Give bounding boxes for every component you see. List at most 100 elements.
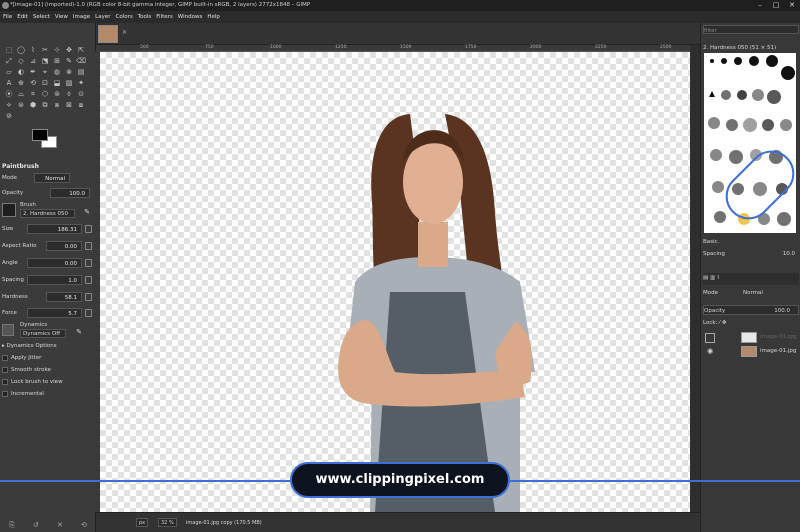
- restore-options-icon[interactable]: ↺: [33, 521, 39, 530]
- hardness-link-icon[interactable]: [85, 293, 92, 301]
- tool-icon[interactable]: ⧉: [39, 100, 51, 111]
- menu-view[interactable]: View: [55, 14, 68, 20]
- tool-icon[interactable]: ⬡: [39, 89, 51, 100]
- size-field[interactable]: 186.31: [27, 224, 82, 234]
- tool-icon[interactable]: A: [3, 78, 15, 89]
- image-tab-thumbnail[interactable]: [98, 25, 118, 43]
- tool-icon[interactable]: ◯: [15, 45, 27, 56]
- tool-icon[interactable]: ⊞: [51, 56, 63, 67]
- layer-item[interactable]: ◉ image-01.jpg: [703, 345, 799, 358]
- tool-icon[interactable]: ⇱: [75, 45, 87, 56]
- menu-tools[interactable]: Tools: [138, 14, 152, 20]
- force-field[interactable]: 5.7: [27, 308, 82, 318]
- smooth-stroke-checkbox[interactable]: Smooth stroke: [2, 365, 51, 375]
- zoom-select[interactable]: 32 %: [158, 518, 177, 527]
- tool-icon[interactable]: ⧇: [75, 100, 87, 111]
- tool-icon[interactable]: ⟲: [27, 78, 39, 89]
- tool-icon[interactable]: ⦿: [3, 89, 15, 100]
- menu-filters[interactable]: Filters: [156, 14, 173, 20]
- tool-icon[interactable]: ✒: [27, 67, 39, 78]
- tool-icon[interactable]: ◐: [15, 67, 27, 78]
- tool-icon[interactable]: ⊘: [3, 111, 15, 122]
- tool-icon[interactable]: ⊿: [27, 56, 39, 67]
- tool-icon[interactable]: ⬔: [39, 56, 51, 67]
- tool-icon[interactable]: ⟡: [3, 100, 15, 111]
- tool-icon[interactable]: ⤢: [3, 56, 15, 67]
- reset-options-icon[interactable]: ⟲: [81, 521, 87, 530]
- image-canvas[interactable]: [100, 52, 690, 512]
- dynamics-field[interactable]: Dynamics Off: [20, 329, 66, 338]
- layer-opacity-value[interactable]: 100.0: [774, 306, 790, 316]
- edit-brush-icon[interactable]: ✎: [84, 207, 90, 217]
- tool-icon[interactable]: ▱: [3, 67, 15, 78]
- menu-edit[interactable]: Edit: [17, 14, 28, 20]
- tool-icon[interactable]: ⌽: [63, 89, 75, 100]
- foreground-color[interactable]: [32, 129, 48, 141]
- menu-select[interactable]: Select: [33, 14, 50, 20]
- layer-mode-select[interactable]: Normal: [743, 288, 763, 298]
- tool-icon[interactable]: ◍: [51, 67, 63, 78]
- layer-item[interactable]: image-01.jpg: [703, 331, 799, 344]
- tool-icon[interactable]: ⊙: [75, 89, 87, 100]
- spacing-field[interactable]: 1.0: [27, 275, 82, 285]
- force-link-icon[interactable]: [85, 309, 92, 317]
- aspect-field[interactable]: 0.00: [46, 241, 82, 251]
- unit-select[interactable]: px: [136, 518, 149, 527]
- hardness-field[interactable]: 58.1: [46, 292, 82, 302]
- tool-icon[interactable]: ⌗: [27, 89, 39, 100]
- tool-icon[interactable]: ⌓: [15, 89, 27, 100]
- angle-link-icon[interactable]: [85, 259, 92, 267]
- brush-preview[interactable]: [2, 203, 16, 217]
- tool-icon[interactable]: ✥: [63, 45, 75, 56]
- tool-icon[interactable]: ⊚: [51, 89, 63, 100]
- vertical-scrollbar[interactable]: [690, 45, 700, 512]
- tool-icon[interactable]: ⊜: [15, 100, 27, 111]
- brush-grid[interactable]: [704, 53, 796, 233]
- incremental-checkbox[interactable]: Incremental: [2, 389, 44, 399]
- menu-windows[interactable]: Windows: [178, 14, 203, 20]
- tool-icon[interactable]: ▤: [75, 67, 87, 78]
- dynamics-icon[interactable]: [2, 324, 14, 336]
- opacity-field[interactable]: 100.0: [50, 188, 90, 198]
- maximize-button[interactable]: □: [768, 0, 784, 11]
- tool-icon[interactable]: ⊹: [51, 45, 63, 56]
- save-options-icon[interactable]: ⎘: [9, 521, 15, 530]
- angle-field[interactable]: 0.00: [27, 258, 82, 268]
- tool-icon[interactable]: ⌖: [39, 67, 51, 78]
- lock-position-icon[interactable]: ✥: [722, 320, 727, 326]
- tool-icon[interactable]: ⊕: [15, 78, 27, 89]
- aspect-link-icon[interactable]: [85, 242, 92, 250]
- brush-spacing-value[interactable]: 10.0: [783, 249, 795, 259]
- tool-icon[interactable]: ◇: [15, 56, 27, 67]
- channels-tab-icon[interactable]: ▥: [710, 275, 715, 281]
- close-tab-icon[interactable]: ✕: [122, 29, 127, 36]
- dynamics-options-expander[interactable]: ▸ Dynamics Options: [2, 341, 57, 351]
- tool-icon[interactable]: ⬓: [51, 78, 63, 89]
- brush-filter-input[interactable]: filter: [703, 25, 799, 34]
- lock-brush-checkbox[interactable]: Lock brush to view: [2, 377, 63, 387]
- menu-layer[interactable]: Layer: [95, 14, 110, 20]
- minimize-button[interactable]: –: [752, 0, 768, 11]
- apply-jitter-checkbox[interactable]: Apply Jitter: [2, 353, 41, 363]
- eye-icon[interactable]: ◉: [707, 345, 713, 358]
- tool-icon[interactable]: ▨: [63, 78, 75, 89]
- spacing-link-icon[interactable]: [85, 276, 92, 284]
- menu-file[interactable]: File: [3, 14, 12, 20]
- tool-icon[interactable]: ⬢: [27, 100, 39, 111]
- tool-icon[interactable]: ⊗: [63, 67, 75, 78]
- menu-help[interactable]: Help: [207, 14, 220, 20]
- brush-name-field[interactable]: 2. Hardness 050: [20, 209, 75, 218]
- tool-icon[interactable]: ✦: [75, 78, 87, 89]
- tool-icon[interactable]: ✎: [63, 56, 75, 67]
- tool-icon[interactable]: ⊡: [39, 78, 51, 89]
- tool-icon[interactable]: ⧈: [51, 100, 63, 111]
- close-button[interactable]: ✕: [784, 0, 800, 11]
- tool-icon[interactable]: ✂: [39, 45, 51, 56]
- visibility-toggle[interactable]: [705, 333, 715, 343]
- tool-icon[interactable]: ⊠: [63, 100, 75, 111]
- tool-icon[interactable]: ⌇: [27, 45, 39, 56]
- layers-tab-icon[interactable]: ▤: [703, 275, 708, 281]
- size-link-icon[interactable]: [85, 225, 92, 233]
- tool-icon[interactable]: ⬚: [3, 45, 15, 56]
- edit-dynamics-icon[interactable]: ✎: [76, 327, 82, 337]
